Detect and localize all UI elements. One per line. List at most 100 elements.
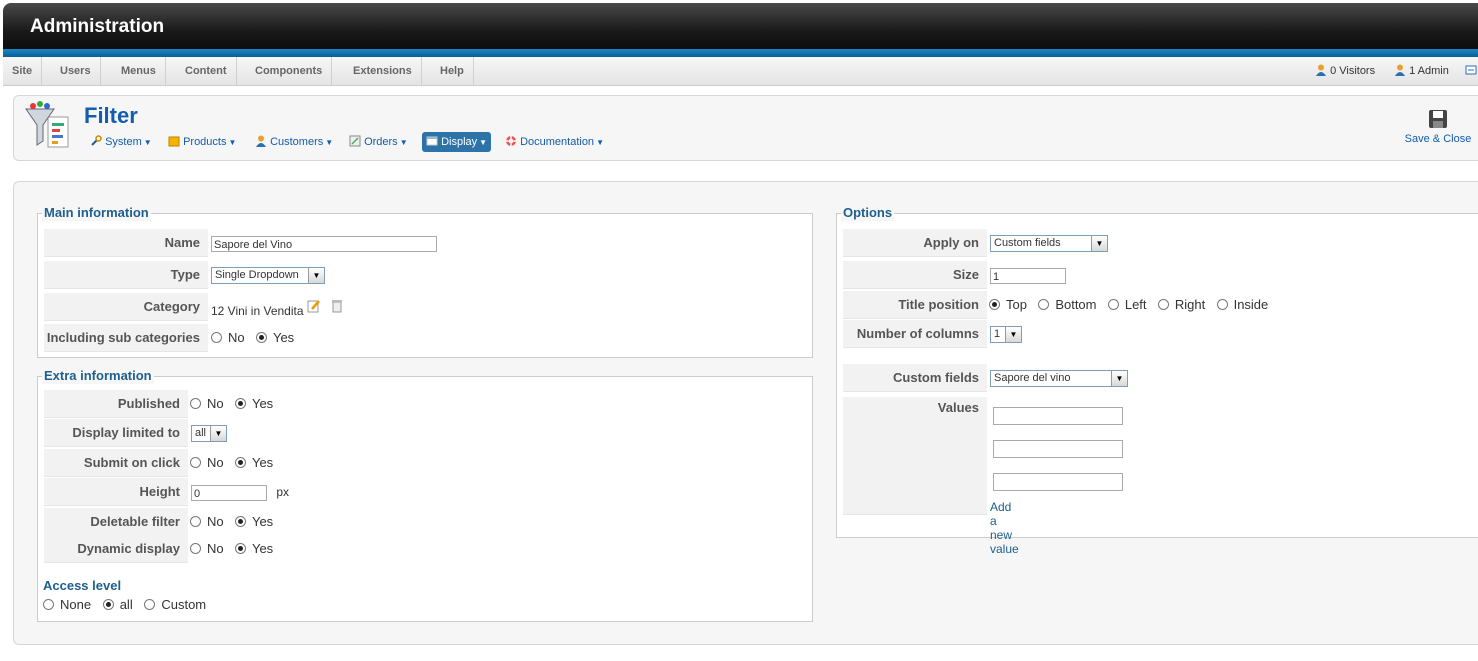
custom-fields-value: Sapore del vino bbox=[994, 372, 1071, 385]
deletable-yes-radio[interactable] bbox=[234, 516, 246, 527]
visitors-status[interactable]: 0 Visitors bbox=[1315, 57, 1375, 85]
name-label: Name bbox=[44, 229, 208, 257]
pos-right-radio[interactable] bbox=[1157, 299, 1169, 310]
value-input-3[interactable] bbox=[993, 473, 1123, 491]
height-input[interactable]: 0 bbox=[191, 484, 267, 501]
wrench-icon bbox=[91, 135, 102, 146]
subcategories-no-label: No bbox=[228, 330, 245, 345]
apply-on-value: Custom fields bbox=[994, 237, 1061, 250]
submit-no-radio[interactable] bbox=[190, 457, 201, 468]
submit-on-click-label: Submit on click bbox=[44, 449, 188, 477]
access-none-radio[interactable] bbox=[43, 599, 54, 610]
name-input[interactable]: Sapore del Vino bbox=[211, 235, 437, 252]
subcategories-yes-radio[interactable] bbox=[255, 332, 267, 343]
nav-system[interactable]: System ▼ bbox=[90, 132, 152, 152]
height-unit: px bbox=[276, 485, 290, 499]
nav-products[interactable]: Products ▼ bbox=[168, 132, 236, 152]
products-box-icon bbox=[168, 136, 180, 147]
menu-content[interactable]: Content bbox=[176, 57, 237, 85]
pos-left-label: Left bbox=[1124, 297, 1147, 312]
title-position-label: Title position bbox=[843, 291, 987, 319]
visitors-icon bbox=[1316, 64, 1326, 76]
columns-label: Number of columns bbox=[843, 320, 987, 348]
menu-components[interactable]: Components bbox=[246, 57, 333, 85]
nav-documentation-label: Documentation bbox=[520, 136, 595, 148]
nav-system-label: System bbox=[105, 136, 142, 148]
edit-category-icon[interactable] bbox=[307, 299, 321, 313]
admin-user-icon bbox=[1395, 64, 1405, 76]
dynamic-yes-label: Yes bbox=[251, 541, 274, 556]
custom-fields-select[interactable]: Sapore del vino ▼ bbox=[990, 370, 1128, 388]
menu-site[interactable]: Site bbox=[3, 57, 43, 85]
options-fieldset: Options Apply on Custom fields ▼ Size 1 T… bbox=[836, 205, 1478, 556]
apply-on-select[interactable]: Custom fields ▼ bbox=[990, 235, 1108, 253]
deletable-yes-label: Yes bbox=[251, 514, 274, 529]
menu-users[interactable]: Users bbox=[51, 57, 101, 85]
type-label: Type bbox=[44, 261, 208, 289]
columns-select[interactable]: 1 ▼ bbox=[990, 326, 1022, 344]
submit-yes-label: Yes bbox=[251, 455, 274, 470]
nav-documentation[interactable]: Documentation ▼ bbox=[505, 132, 604, 152]
size-label: Size bbox=[843, 261, 987, 289]
category-value: 12 Vini in Vendita bbox=[211, 304, 304, 318]
value-input-1[interactable] bbox=[993, 407, 1123, 425]
nav-customers[interactable]: Customers ▼ bbox=[255, 132, 333, 152]
pos-left-radio[interactable] bbox=[1107, 299, 1119, 310]
header-accent-bar bbox=[3, 49, 1478, 57]
type-select-value: Single Dropdown bbox=[215, 269, 299, 282]
size-input[interactable]: 1 bbox=[990, 267, 1066, 284]
nav-orders[interactable]: Orders ▼ bbox=[349, 132, 408, 152]
access-custom-radio[interactable] bbox=[144, 599, 156, 610]
save-close-button[interactable]: Save & Close bbox=[1403, 108, 1473, 145]
value-input-2[interactable] bbox=[993, 440, 1123, 458]
custom-fields-arrow-icon[interactable]: ▼ bbox=[1111, 371, 1127, 387]
pos-inside-radio[interactable] bbox=[1216, 299, 1228, 310]
pos-top-radio[interactable] bbox=[989, 299, 1000, 310]
dynamic-no-radio[interactable] bbox=[190, 543, 201, 554]
main-information-fieldset: Main information Name Sapore del Vino Ty… bbox=[37, 205, 813, 358]
access-all-radio[interactable] bbox=[102, 599, 114, 610]
lifebuoy-icon bbox=[506, 136, 516, 146]
published-yes-radio[interactable] bbox=[234, 398, 246, 409]
access-level-heading: Access level bbox=[43, 578, 122, 593]
display-limited-label: Display limited to bbox=[44, 419, 188, 447]
deletable-no-radio[interactable] bbox=[190, 516, 201, 527]
visitors-count: 0 Visitors bbox=[1330, 65, 1376, 77]
type-dropdown-arrow-icon[interactable]: ▼ bbox=[308, 268, 324, 284]
extra-information-fieldset: Extra information Published No Yes Displ… bbox=[37, 368, 813, 622]
nav-display[interactable]: Display ▼ bbox=[422, 132, 492, 152]
access-all-label: all bbox=[119, 597, 133, 612]
add-new-value-link[interactable]: Add a new value bbox=[990, 500, 1019, 556]
main-information-legend: Main information bbox=[42, 205, 151, 221]
orders-icon bbox=[349, 135, 361, 147]
submit-yes-radio[interactable] bbox=[234, 457, 246, 468]
published-no-radio[interactable] bbox=[190, 398, 201, 409]
menu-extensions[interactable]: Extensions bbox=[344, 57, 422, 85]
admins-count: 1 Admin bbox=[1409, 65, 1449, 77]
apply-on-arrow-icon[interactable]: ▼ bbox=[1091, 236, 1107, 252]
admins-status[interactable]: 1 Admin bbox=[1394, 57, 1449, 85]
logout-icon[interactable] bbox=[1465, 57, 1477, 85]
subcategories-label: Including sub categories bbox=[44, 324, 208, 352]
delete-category-icon[interactable] bbox=[330, 299, 344, 313]
admin-title: Administration bbox=[30, 16, 165, 37]
menu-help[interactable]: Help bbox=[431, 57, 474, 85]
extra-information-legend: Extra information bbox=[42, 368, 154, 384]
columns-arrow-icon[interactable]: ▼ bbox=[1005, 327, 1021, 343]
published-label: Published bbox=[44, 390, 188, 418]
nav-orders-label: Orders bbox=[364, 136, 398, 148]
pos-top-label: Top bbox=[1006, 297, 1027, 312]
subcategories-no-radio[interactable] bbox=[211, 332, 222, 343]
nav-customers-label: Customers bbox=[270, 136, 324, 148]
display-limited-select[interactable]: all ▼ bbox=[191, 425, 227, 443]
menu-menus[interactable]: Menus bbox=[112, 57, 166, 85]
pos-right-label: Right bbox=[1174, 297, 1206, 312]
type-select[interactable]: Single Dropdown ▼ bbox=[211, 267, 325, 285]
filter-funnel-icon bbox=[25, 101, 69, 148]
pos-bottom-radio[interactable] bbox=[1038, 299, 1050, 310]
custom-fields-label: Custom fields bbox=[843, 364, 987, 392]
display-limited-arrow-icon[interactable]: ▼ bbox=[210, 426, 226, 442]
dynamic-yes-radio[interactable] bbox=[234, 543, 246, 554]
nav-display-label: Display bbox=[441, 136, 478, 148]
deletable-no-label: No bbox=[207, 514, 224, 529]
